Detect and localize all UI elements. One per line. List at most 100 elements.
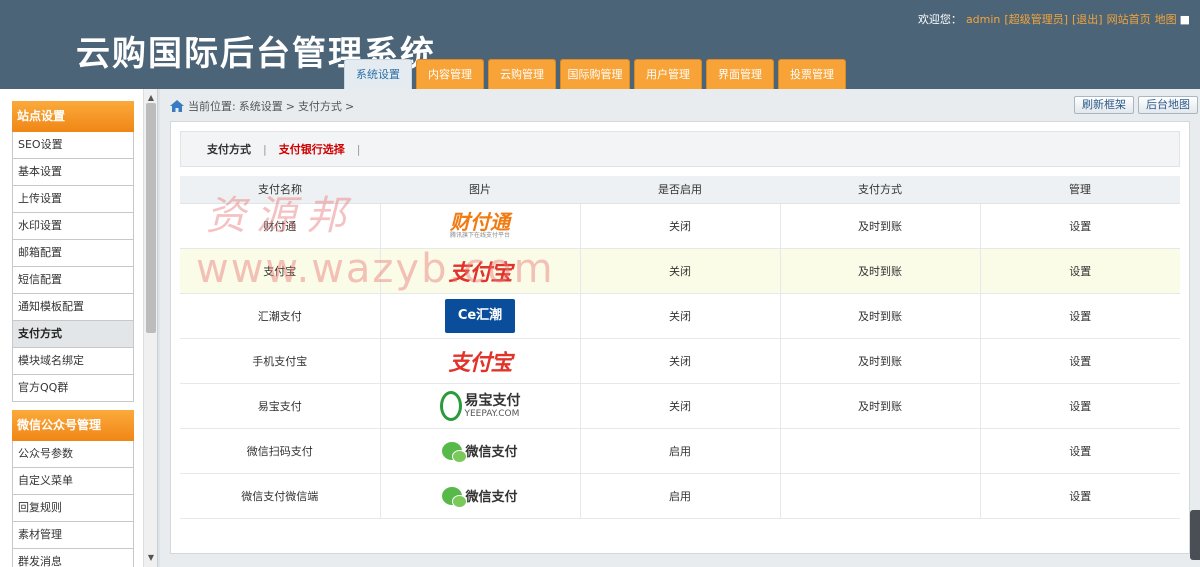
refresh-frame-button[interactable]: 刷新框架 bbox=[1074, 96, 1134, 114]
tab-cloud-purchase[interactable]: 云购管理 bbox=[488, 59, 556, 89]
payment-name: 汇潮支付 bbox=[180, 293, 381, 339]
subtab-separator: | bbox=[356, 142, 361, 156]
status-cell[interactable]: 关闭 bbox=[580, 203, 781, 249]
breadcrumb: 当前位置: 系统设置 > 支付方式 > bbox=[170, 98, 357, 114]
mode-cell: 及时到账 bbox=[780, 293, 981, 339]
status-cell[interactable]: 关闭 bbox=[580, 383, 781, 429]
site-home-link[interactable]: 网站首页 bbox=[1107, 13, 1151, 26]
alipay-logo-text: 支付宝 bbox=[448, 350, 512, 376]
sitemap-dot: ■ bbox=[1179, 13, 1190, 26]
header: 云购国际后台管理系统 欢迎您： admin [超级管理员] [退出] 网站首页 地图 ■ 系… bbox=[0, 0, 1200, 89]
status-cell[interactable]: 关闭 bbox=[580, 248, 781, 294]
sitemap-link[interactable]: 地图 bbox=[1155, 13, 1177, 26]
side-widget-handle[interactable] bbox=[1190, 510, 1200, 560]
sidebar-item-material[interactable]: 素材管理 bbox=[12, 522, 134, 549]
payment-logo: 微信支付 bbox=[380, 473, 581, 519]
settings-link[interactable]: 设置 bbox=[980, 338, 1180, 384]
ecpay-logo: Ce汇潮 bbox=[445, 298, 515, 333]
sidebar-scrollbar[interactable]: ▲ ▼ bbox=[143, 89, 157, 567]
settings-link[interactable]: 设置 bbox=[980, 473, 1180, 519]
payment-logo: 微信支付 bbox=[380, 428, 581, 474]
sidebar-item-broadcast[interactable]: 群发消息 bbox=[12, 549, 134, 567]
yeepay-logo-subtitle: YEEPAY.COM bbox=[464, 408, 520, 419]
top-right-buttons: 刷新框架 后台地图 bbox=[1070, 96, 1198, 114]
settings-link[interactable]: 设置 bbox=[980, 428, 1180, 474]
sidebar-item-custom-menu[interactable]: 自定义菜单 bbox=[12, 468, 134, 495]
payment-name: 微信支付微信端 bbox=[180, 473, 381, 519]
tab-interface-management[interactable]: 界面管理 bbox=[706, 59, 774, 89]
username: admin bbox=[965, 13, 1001, 26]
mode-cell: 及时到账 bbox=[780, 383, 981, 429]
scroll-thumb[interactable] bbox=[146, 103, 156, 333]
sidebar-item-seo[interactable]: SEO设置 bbox=[12, 132, 134, 159]
yeepay-logo-text: 易宝支付 bbox=[464, 392, 521, 409]
sidebar-item-mp-params[interactable]: 公众号参数 bbox=[12, 441, 134, 468]
table-row: 微信扫码支付 微信支付 启用 设置 bbox=[180, 428, 1180, 474]
settings-link[interactable]: 设置 bbox=[980, 203, 1180, 249]
breadcrumb-separator: > bbox=[344, 99, 355, 113]
status-cell[interactable]: 关闭 bbox=[580, 338, 781, 384]
sidebar-item-basic[interactable]: 基本设置 bbox=[12, 159, 134, 186]
tab-system-settings[interactable]: 系统设置 bbox=[344, 59, 412, 89]
payment-logo: 易宝支付 YEEPAY.COM bbox=[380, 383, 581, 429]
status-cell[interactable]: 关闭 bbox=[580, 293, 781, 339]
settings-link[interactable]: 设置 bbox=[980, 293, 1180, 339]
ecpay-logo-text: 汇潮 bbox=[476, 307, 503, 323]
wechat-pay-logo-text: 微信支付 bbox=[465, 490, 518, 505]
watermark-text: 资源邦 bbox=[206, 193, 356, 239]
wechat-icon bbox=[442, 441, 468, 463]
main-content: 当前位置: 系统设置 > 支付方式 > 刷新框架 后台地图 支付方式 | 支付银… bbox=[160, 89, 1200, 567]
logout-link[interactable]: [退出] bbox=[1072, 13, 1103, 26]
sidebar-group-title[interactable]: 微信公众号管理 bbox=[12, 410, 134, 441]
payment-logo: 支付宝 bbox=[380, 338, 581, 384]
sidebar-item-upload[interactable]: 上传设置 bbox=[12, 186, 134, 213]
table-row: 微信支付微信端 微信支付 启用 设置 bbox=[180, 473, 1180, 519]
role-link[interactable]: [超级管理员] bbox=[1004, 13, 1068, 26]
sidebar-item-sms[interactable]: 短信配置 bbox=[12, 267, 134, 294]
sidebar-item-reply-rules[interactable]: 回复规则 bbox=[12, 495, 134, 522]
sidebar-item-notify-template[interactable]: 通知模板配置 bbox=[12, 294, 134, 321]
payment-logo: Ce汇潮 bbox=[380, 293, 581, 339]
settings-link[interactable]: 设置 bbox=[980, 383, 1180, 429]
table-row: 易宝支付 易宝支付 YEEPAY.COM 关闭 及时到账 设置 bbox=[180, 383, 1180, 429]
subtab-bank-selection[interactable]: 支付银行选择 bbox=[279, 141, 345, 157]
status-cell[interactable]: 启用 bbox=[580, 428, 781, 474]
sub-tabs: 支付方式 | 支付银行选择 | bbox=[180, 131, 1180, 167]
settings-link[interactable]: 设置 bbox=[980, 248, 1180, 294]
breadcrumb-separator: > bbox=[285, 99, 295, 113]
tenpay-logo-subtitle: 腾讯旗下在线支付平台 bbox=[449, 231, 510, 239]
sidebar-item-watermark[interactable]: 水印设置 bbox=[12, 213, 134, 240]
wechat-pay-logo-text: 微信支付 bbox=[465, 445, 518, 460]
sidebar-group-title[interactable]: 站点设置 bbox=[12, 101, 134, 132]
tab-vote-management[interactable]: 投票管理 bbox=[778, 59, 846, 89]
sidebar-item-payment[interactable]: 支付方式 bbox=[12, 321, 134, 348]
subtab-payment-methods[interactable]: 支付方式 bbox=[207, 141, 251, 157]
admin-map-button[interactable]: 后台地图 bbox=[1138, 96, 1198, 114]
col-header-image: 图片 bbox=[380, 176, 580, 204]
status-cell[interactable]: 启用 bbox=[580, 473, 781, 519]
mode-cell bbox=[780, 428, 981, 474]
scroll-down-arrow-icon[interactable]: ▼ bbox=[144, 551, 157, 565]
sidebar: 站点设置 SEO设置 基本设置 上传设置 水印设置 邮箱配置 短信配置 通知模板… bbox=[0, 89, 158, 567]
payment-name: 微信扫码支付 bbox=[180, 428, 381, 474]
col-header-status: 是否启用 bbox=[580, 176, 780, 204]
tenpay-logo-text: 财付通 bbox=[449, 209, 510, 234]
home-icon bbox=[170, 100, 184, 112]
payment-name: 易宝支付 bbox=[180, 383, 381, 429]
breadcrumb-level2[interactable]: 支付方式 bbox=[298, 98, 342, 114]
tab-international[interactable]: 国际购管理 bbox=[560, 59, 630, 89]
yeepay-mark-icon bbox=[439, 390, 462, 421]
wechat-pay-logo: 微信支付 bbox=[442, 486, 518, 508]
sidebar-item-qq-group[interactable]: 官方QQ群 bbox=[12, 375, 134, 402]
sidebar-group-site: 站点设置 SEO设置 基本设置 上传设置 水印设置 邮箱配置 短信配置 通知模板… bbox=[12, 101, 134, 402]
breadcrumb-level1[interactable]: 系统设置 bbox=[239, 98, 283, 114]
tab-content-management[interactable]: 内容管理 bbox=[416, 59, 484, 89]
tenpay-logo: 财付通 腾讯旗下在线支付平台 bbox=[450, 212, 510, 240]
payment-name: 手机支付宝 bbox=[180, 338, 381, 384]
sidebar-item-email[interactable]: 邮箱配置 bbox=[12, 240, 134, 267]
col-header-mode: 支付方式 bbox=[780, 176, 980, 204]
col-header-manage: 管理 bbox=[980, 176, 1180, 204]
tab-user-management[interactable]: 用户管理 bbox=[634, 59, 702, 89]
sidebar-item-domain-binding[interactable]: 模块域名绑定 bbox=[12, 348, 134, 375]
table-row: 手机支付宝 支付宝 关闭 及时到账 设置 bbox=[180, 338, 1180, 384]
